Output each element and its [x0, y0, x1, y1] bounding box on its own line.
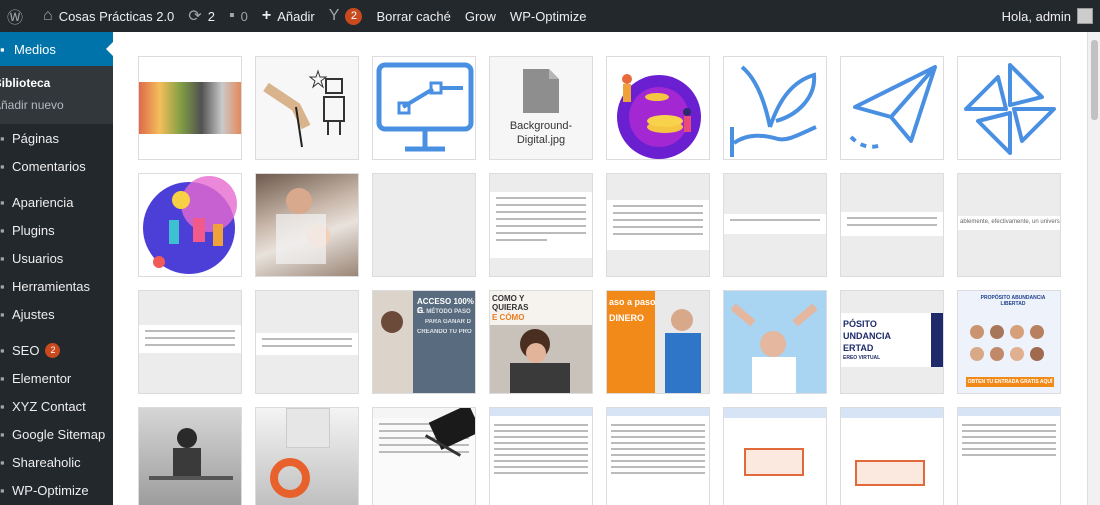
- yoast-icon: Y: [328, 7, 340, 24]
- media-tile[interactable]: ACCESO 100% G EL MÉTODO PASO PARA GANAR …: [372, 290, 476, 394]
- sidebar-item-settings[interactable]: ▪ Ajustes: [0, 300, 113, 328]
- yoast-badge: 2: [345, 7, 363, 25]
- media-tile[interactable]: [840, 173, 944, 277]
- people-illustration: [143, 176, 237, 274]
- seo-icon: ▪: [0, 342, 5, 358]
- plant-hand-icon: [730, 65, 817, 157]
- pinwheel-icon: [964, 63, 1056, 155]
- submenu-add-new[interactable]: Añadir nuevo: [0, 94, 113, 116]
- media-tile[interactable]: [840, 56, 944, 160]
- media-tile[interactable]: [723, 56, 827, 160]
- media-tile[interactable]: [606, 173, 710, 277]
- sidebar-item-seo[interactable]: ▪ SEO 2: [0, 336, 113, 364]
- sidebar-item-media[interactable]: ▪ Medios: [0, 32, 113, 66]
- clear-cache-link[interactable]: Borrar caché: [369, 0, 457, 32]
- media-tile[interactable]: [606, 407, 710, 505]
- comment-icon: ▪: [228, 7, 235, 24]
- media-tile[interactable]: [723, 290, 827, 394]
- media-tile[interactable]: [138, 290, 242, 394]
- text-snippet: ablemente, efectivamente, un universo y …: [958, 216, 1060, 230]
- wordpress-logo-icon[interactable]: Ⓦ: [0, 0, 36, 32]
- media-tile[interactable]: [372, 407, 476, 505]
- sidebar-item-wp-optimize[interactable]: ▪ WP-Optimize: [0, 476, 113, 504]
- submenu-library[interactable]: Biblioteca: [0, 72, 113, 94]
- pages-icon: ▪: [0, 130, 5, 146]
- media-tile[interactable]: [957, 56, 1061, 160]
- yoast-link[interactable]: Y 2: [322, 0, 370, 32]
- media-icon: ▪: [0, 41, 5, 57]
- sidebar-item-elementor[interactable]: ▪ Elementor: [0, 364, 113, 392]
- plugins-icon: ▪: [0, 222, 5, 238]
- avatar: [1077, 8, 1093, 24]
- robot-drawing-image: [263, 69, 345, 148]
- plus-icon: +: [261, 7, 272, 24]
- comments-icon: ▪: [0, 158, 5, 174]
- comments-link[interactable]: ▪ 0: [222, 0, 255, 32]
- sidebar-item-plugins[interactable]: ▪ Plugins: [0, 216, 113, 244]
- elementor-icon: ▪: [0, 370, 5, 386]
- user-account-link[interactable]: Hola, admin: [995, 0, 1100, 32]
- contact-icon: ▪: [0, 398, 5, 414]
- file-name: Background-Digital.jpg: [509, 120, 573, 146]
- grow-link[interactable]: Grow: [458, 0, 503, 32]
- media-tile[interactable]: ablemente, efectivamente, un universo y …: [957, 173, 1061, 277]
- media-tile[interactable]: PÓSITO UNDANCIA ERTAD EREO VIRTUAL: [840, 290, 944, 394]
- media-tile[interactable]: [957, 407, 1061, 505]
- updates-link[interactable]: ⟳ 2: [181, 0, 222, 32]
- media-tile[interactable]: PROPÓSITO ABUNDANCIA LIBERTAD OBTEN TU E…: [957, 290, 1061, 394]
- sidebar-item-users[interactable]: ▪ Usuarios: [0, 244, 113, 272]
- tools-icon: ▪: [0, 278, 5, 294]
- sidebar-item-appearance[interactable]: ▪ Apariencia: [0, 188, 113, 216]
- admin-bar: Ⓦ ⌂ Cosas Prácticas 2.0 ⟳ 2 ▪ 0 + Añadir…: [0, 0, 1100, 32]
- optimize-icon: ▪: [0, 482, 5, 498]
- media-submenu: Biblioteca Añadir nuevo: [0, 66, 113, 124]
- sidebar-item-pages[interactable]: ▪ Páginas: [0, 124, 113, 152]
- media-tile[interactable]: [255, 290, 359, 394]
- sidebar-item-comments[interactable]: ▪ Comentarios: [0, 152, 113, 180]
- appearance-icon: ▪: [0, 194, 5, 210]
- media-tile[interactable]: [606, 56, 710, 160]
- share-icon: ▪: [0, 454, 5, 470]
- monitor-icon: [376, 62, 474, 152]
- media-tile[interactable]: [840, 407, 944, 505]
- media-tile[interactable]: [489, 173, 593, 277]
- media-tile[interactable]: [723, 173, 827, 277]
- media-tile[interactable]: [138, 407, 242, 505]
- media-tile[interactable]: [255, 173, 359, 277]
- media-tile[interactable]: aso a paso DINERO: [606, 290, 710, 394]
- media-tile[interactable]: [255, 56, 359, 160]
- media-tile[interactable]: [255, 407, 359, 505]
- media-tile[interactable]: Background-Digital.jpg: [489, 56, 593, 160]
- users-icon: ▪: [0, 250, 5, 266]
- site-name-link[interactable]: ⌂ Cosas Prácticas 2.0: [36, 0, 181, 32]
- home-icon: ⌂: [43, 7, 53, 24]
- scrollbar-thumb[interactable]: [1091, 40, 1098, 120]
- vertical-scrollbar[interactable]: [1087, 32, 1100, 505]
- sidebar-item-shareaholic[interactable]: ▪ Shareaholic: [0, 448, 113, 476]
- settings-icon: ▪: [0, 306, 5, 322]
- media-library-content: Background-Digital.jpg ablemente, efecti…: [113, 32, 1087, 505]
- media-tile[interactable]: [138, 173, 242, 277]
- wp-optimize-link[interactable]: WP-Optimize: [503, 0, 594, 32]
- sidebar-item-xyz-contact[interactable]: ▪ XYZ Contact: [0, 392, 113, 420]
- money-illustration: [617, 74, 701, 159]
- media-tile[interactable]: [489, 407, 593, 505]
- admin-sidebar: ▪ Medios Biblioteca Añadir nuevo ▪Página…: [0, 32, 113, 505]
- media-tile[interactable]: [723, 407, 827, 505]
- refresh-icon: ⟳: [188, 8, 202, 25]
- file-icon: [523, 69, 559, 113]
- media-tile[interactable]: [138, 56, 242, 160]
- paper-plane-icon: [849, 65, 937, 149]
- media-grid: Background-Digital.jpg ablemente, efecti…: [138, 56, 1061, 505]
- add-new-link[interactable]: + Añadir: [255, 0, 322, 32]
- sidebar-item-google-sitemap[interactable]: ▪ Google Sitemap: [0, 420, 113, 448]
- seo-badge: 2: [45, 342, 61, 358]
- sitemap-icon: ▪: [0, 426, 5, 442]
- sidebar-item-tools[interactable]: ▪ Herramientas: [0, 272, 113, 300]
- media-tile[interactable]: COMO Y QUIERAS E CÓMO: [489, 290, 593, 394]
- media-tile[interactable]: [372, 173, 476, 277]
- media-tile[interactable]: [372, 56, 476, 160]
